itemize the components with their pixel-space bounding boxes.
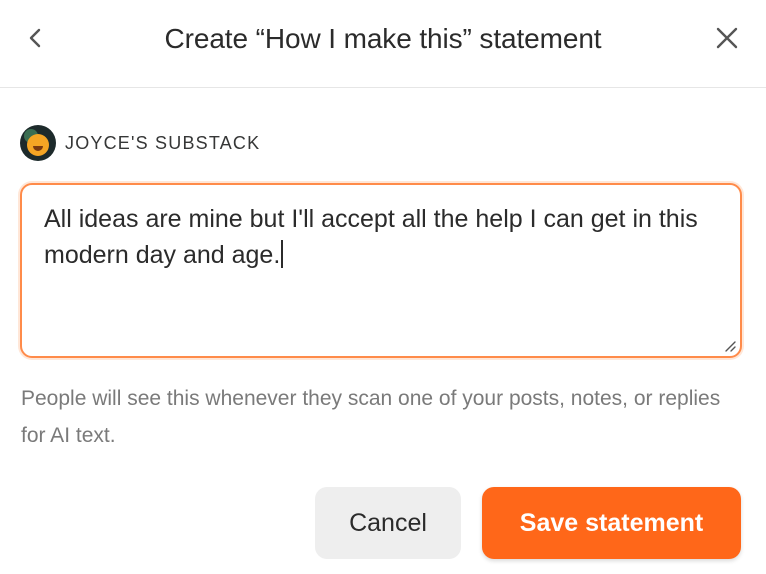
dialog-title: Create “How I make this” statement bbox=[164, 23, 602, 54]
statement-textarea[interactable]: All ideas are mine but I'll accept all t… bbox=[20, 183, 742, 358]
help-text: People will see this whenever they scan … bbox=[21, 387, 721, 447]
resize-handle-icon[interactable] bbox=[722, 338, 736, 352]
publication-label: JOYCE'S SUBSTACK bbox=[20, 125, 260, 161]
statement-input-value[interactable]: All ideas are mine but I'll accept all t… bbox=[44, 201, 724, 273]
text-caret bbox=[281, 240, 284, 268]
publication-avatar bbox=[20, 125, 56, 161]
publication-name: JOYCE'S SUBSTACK bbox=[65, 132, 261, 153]
close-button[interactable] bbox=[709, 20, 745, 56]
create-statement-dialog: Create “How I make this” statement JOYCE… bbox=[0, 0, 766, 574]
dialog-header: Create “How I make this” statement bbox=[0, 0, 766, 88]
cancel-button[interactable]: Cancel bbox=[315, 487, 461, 559]
save-statement-button[interactable]: Save statement bbox=[482, 487, 741, 559]
close-icon bbox=[716, 27, 738, 49]
